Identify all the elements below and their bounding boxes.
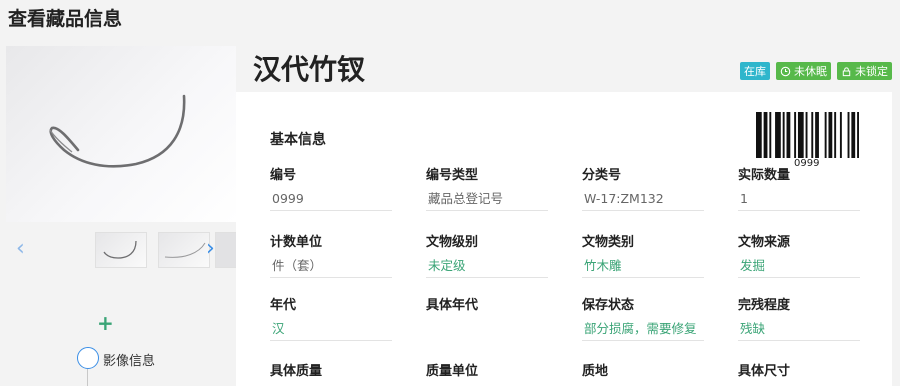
field-label: 保存状态 — [582, 298, 635, 313]
timeline-node-icon — [77, 347, 99, 369]
thumbnail-image — [103, 240, 137, 259]
field-value: 件（套） — [270, 257, 392, 278]
thumbnail-3[interactable] — [215, 232, 238, 268]
field-label: 完残程度 — [738, 298, 791, 313]
field-value: 竹木雕 — [582, 257, 704, 278]
field: 文物来源 发掘 — [738, 231, 860, 278]
barcode-bar — [769, 112, 772, 158]
status-badge-not-dormant: 未休眠 — [776, 62, 831, 80]
field: 完残程度 残缺 — [738, 294, 860, 341]
field-label: 具体年代 — [426, 298, 479, 313]
field: 质地 — [582, 360, 704, 379]
field-value: W-17:ZM132 — [582, 190, 704, 211]
status-badge-in-stock: 在库 — [740, 62, 770, 80]
field: 编号 0999 — [270, 164, 392, 211]
field: 保存状态部分损腐，需要修复 — [582, 294, 704, 341]
barcode-bar — [794, 112, 797, 158]
clock-icon — [780, 66, 791, 76]
field-label: 文物类别 — [582, 235, 635, 250]
basic-info-card: 基本信息 0999 编号 0999 编号类型 藏品总登记号 分类号 W-17:ZM132 实… — [236, 92, 892, 386]
field-label: 具体质量 — [270, 364, 323, 379]
lock-icon — [842, 66, 851, 76]
barcode-bar — [786, 112, 791, 158]
field-label: 年代 — [270, 298, 297, 313]
field: 编号类型藏品总登记号 — [426, 164, 548, 211]
barcode-bar — [834, 112, 837, 158]
field-label: 质地 — [582, 364, 609, 379]
add-icon[interactable]: + — [97, 311, 114, 335]
field-value — [426, 320, 548, 340]
barcode-bar — [756, 112, 762, 158]
field-value: 发掘 — [738, 257, 860, 278]
chevron-right-icon[interactable]: › — [206, 234, 215, 264]
field-label: 具体尺寸 — [738, 364, 791, 379]
field-label: 文物来源 — [738, 235, 791, 250]
thumbnail-strip: ‹ › — [6, 228, 238, 272]
barcode-bar — [828, 112, 833, 158]
barcode-bar — [815, 112, 819, 158]
field-label: 分类号 — [582, 168, 622, 183]
field: 质量单位 — [426, 360, 548, 379]
thumbnail-1[interactable] — [95, 232, 147, 268]
barcode-image — [756, 112, 859, 158]
field-value: 1 — [738, 190, 860, 211]
hairpin-image — [49, 94, 186, 168]
field: 文物级别 未定级 — [426, 231, 548, 278]
chevron-left-icon[interactable]: ‹ — [16, 234, 25, 264]
field-value: 0999 — [270, 190, 392, 211]
barcode-bar — [782, 112, 785, 158]
barcode-bar — [805, 112, 808, 158]
field-value: 未定级 — [426, 257, 548, 278]
field-label: 计数单位 — [270, 235, 323, 250]
field: 实际数量 1 — [738, 164, 860, 211]
field: 文物类别 竹木雕 — [582, 231, 704, 278]
barcode-bar — [857, 112, 859, 158]
badge-label: 未锁定 — [855, 65, 888, 78]
barcode-bar — [851, 112, 856, 158]
field-label: 编号 — [270, 168, 297, 183]
barcode-bar — [797, 112, 804, 158]
barcode-bar — [763, 112, 768, 158]
barcode-bar — [824, 112, 827, 158]
field: 计数单位件（套） — [270, 231, 392, 278]
badge-label: 在库 — [744, 65, 766, 78]
timeline-item-image-info[interactable]: 影像信息 — [103, 350, 155, 369]
status-badge-unlocked: 未锁定 — [837, 62, 892, 80]
field-label: 文物级别 — [426, 235, 479, 250]
field-value: 残缺 — [738, 320, 860, 341]
timeline-line — [87, 369, 88, 386]
thumbnail-image — [164, 242, 206, 258]
field-value: 藏品总登记号 — [426, 190, 548, 211]
field: 具体尺寸 — [738, 360, 860, 379]
page-title: 查看藏品信息 — [8, 8, 123, 30]
field: 分类号 W-17:ZM132 — [582, 164, 704, 211]
field-label: 实际数量 — [738, 168, 791, 183]
field: 年代汉 — [270, 294, 392, 341]
status-badges: 在库 未休眠 未锁定 — [740, 62, 892, 80]
field: 具体质量 — [270, 360, 392, 379]
barcode-bar — [775, 112, 781, 158]
barcode-bar — [839, 112, 842, 158]
item-title: 汉代竹钗 — [253, 53, 366, 86]
field-value: 部分损腐，需要修复 — [582, 320, 704, 341]
section-title-basic-info: 基本信息 — [270, 132, 326, 148]
field: 具体年代 — [426, 294, 548, 340]
thumbnail-2[interactable] — [158, 232, 210, 268]
badge-label: 未休眠 — [794, 65, 827, 78]
field-value: 汉 — [270, 320, 392, 341]
field-label: 质量单位 — [426, 364, 479, 379]
barcode-bar — [811, 112, 814, 158]
main-artifact-image[interactable] — [6, 46, 236, 222]
field-label: 编号类型 — [426, 168, 479, 183]
barcode-bar — [847, 112, 850, 158]
